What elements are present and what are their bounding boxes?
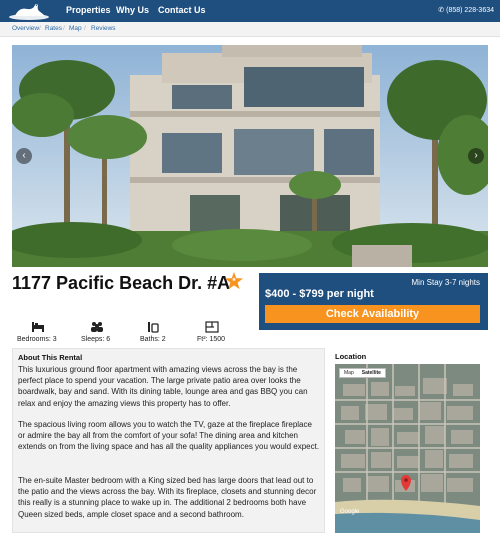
subnav-map[interactable]: Map xyxy=(69,25,82,32)
top-navbar: Properties Why Us Contact Us ✆ (858) 228-… xyxy=(0,0,500,22)
property-photo xyxy=(12,45,488,267)
about-rental-heading: About This Rental xyxy=(18,353,83,362)
square-feet: Ft²: 1500 xyxy=(197,336,226,343)
map-view-button[interactable]: Map xyxy=(340,369,358,378)
pricing-panel: Min Stay 3-7 nights $400 - $799 per nigh… xyxy=(259,273,488,330)
subnav-reviews[interactable]: Reviews xyxy=(91,25,116,32)
bed-icon xyxy=(32,322,44,332)
map-provider-logo: Google xyxy=(340,509,360,515)
seal-logo[interactable] xyxy=(5,1,53,21)
subnav-separator: / xyxy=(63,25,65,32)
nightly-price: $400 - $799 per night xyxy=(265,288,374,300)
map-imagery xyxy=(335,364,480,533)
bedrooms-count: Bedrooms: 3 xyxy=(17,336,57,343)
nav-contact-us[interactable]: Contact Us xyxy=(158,5,206,15)
baths-count: Baths: 2 xyxy=(140,336,166,343)
nav-properties[interactable]: Properties xyxy=(66,5,111,15)
floorplan-icon xyxy=(205,321,219,333)
check-availability-button[interactable]: Check Availability xyxy=(265,305,480,323)
subnav-separator: / xyxy=(39,25,41,32)
satellite-map[interactable]: Map Satellite Google xyxy=(335,364,480,533)
chevron-left-icon[interactable]: ‹ xyxy=(16,148,32,164)
phone-text: (858) 228-3634 xyxy=(446,7,494,14)
satellite-view-button[interactable]: Satellite xyxy=(358,369,385,378)
about-rental-panel: About This Rental This luxurious ground … xyxy=(12,348,325,533)
nav-why-us[interactable]: Why Us xyxy=(116,5,149,15)
sleeps-count: Sleeps: 6 xyxy=(81,336,111,343)
people-icon xyxy=(91,322,103,332)
chevron-right-icon[interactable]: › xyxy=(468,148,484,164)
bath-icon xyxy=(148,322,159,333)
subnav-overview[interactable]: Overview xyxy=(12,25,39,32)
min-stay: Min Stay 3-7 nights xyxy=(411,278,480,287)
description-paragraph: This luxurious ground floor apartment wi… xyxy=(18,365,308,408)
map-type-toggle[interactable]: Map Satellite xyxy=(339,368,386,378)
star-badge-label: ★ xyxy=(231,277,237,283)
phone-number[interactable]: ✆ (858) 228-3634 xyxy=(438,6,494,14)
property-photo-carousel[interactable]: ‹ › xyxy=(12,45,488,267)
description-paragraph: The spacious living room allows you to w… xyxy=(18,420,320,452)
phone-icon: ✆ xyxy=(438,7,445,14)
section-nav: Overview / Rates / Map / Reviews xyxy=(0,22,500,37)
location-heading: Location xyxy=(335,352,367,361)
description-paragraph: The en-suite Master bedroom with a King … xyxy=(18,476,317,519)
property-title: 1177 Pacific Beach Dr. #A xyxy=(12,273,231,293)
subnav-rates[interactable]: Rates xyxy=(45,25,62,32)
subnav-separator: / xyxy=(84,25,86,32)
